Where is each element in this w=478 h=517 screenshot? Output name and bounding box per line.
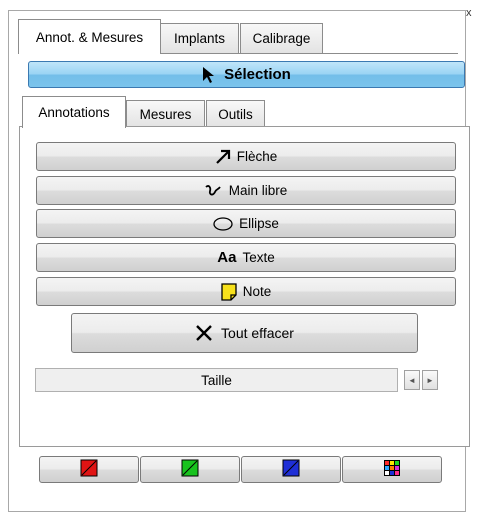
clear-label: Tout effacer — [221, 325, 294, 341]
size-increase-button[interactable]: ► — [422, 370, 438, 390]
tab-label: Mesures — [139, 106, 192, 122]
note-tool-button[interactable]: Note — [36, 277, 456, 306]
tab-label: Annotations — [38, 105, 110, 120]
color-red-button[interactable] — [39, 456, 139, 483]
tab-outils[interactable]: Outils — [206, 100, 265, 127]
tab-annotations[interactable]: Annotations — [22, 96, 126, 128]
arrow-icon — [215, 149, 231, 165]
tab-mesures[interactable]: Mesures — [126, 100, 205, 127]
size-slider[interactable]: Taille — [35, 368, 398, 392]
tool-label: Texte — [242, 250, 275, 265]
cursor-arrow-icon — [202, 66, 216, 84]
close-icon[interactable]: x — [466, 8, 476, 20]
green-swatch-icon — [181, 459, 199, 480]
tool-label: Note — [242, 284, 272, 299]
color-palette-button[interactable] — [342, 456, 442, 483]
arrow-tool-button[interactable]: Flèche — [36, 142, 456, 171]
clear-all-button[interactable]: Tout effacer — [71, 313, 418, 353]
text-tool-button[interactable]: Aa Texte — [36, 243, 456, 272]
ellipse-tool-button[interactable]: Ellipse — [36, 209, 456, 238]
tool-label: Ellipse — [239, 216, 279, 231]
freehand-icon — [205, 184, 223, 198]
tab-label: Implants — [173, 31, 226, 46]
right-chevron-icon: ► — [426, 375, 434, 385]
tab-label: Outils — [218, 106, 253, 122]
tab-annot-mesures[interactable]: Annot. & Mesures — [18, 19, 161, 54]
selection-label: Sélection — [224, 66, 291, 83]
ellipse-icon — [213, 216, 233, 231]
left-chevron-icon: ◄ — [408, 375, 416, 385]
tab-label: Calibrage — [252, 31, 311, 46]
size-label: Taille — [201, 372, 232, 388]
tab-calibrage[interactable]: Calibrage — [240, 23, 323, 53]
tool-label: Main libre — [228, 183, 288, 198]
size-decrease-button[interactable]: ◄ — [404, 370, 420, 390]
tab-implants[interactable]: Implants — [160, 23, 239, 53]
palette-grid-icon — [383, 459, 401, 480]
text-icon: Aa — [217, 249, 237, 266]
tool-label: Flèche — [236, 149, 278, 164]
selection-button[interactable]: Sélection — [28, 61, 465, 88]
cross-icon — [195, 324, 213, 342]
tab-label: Annot. & Mesures — [35, 29, 144, 45]
color-green-button[interactable] — [140, 456, 240, 483]
color-blue-button[interactable] — [241, 456, 341, 483]
red-swatch-icon — [80, 459, 98, 480]
note-icon — [221, 282, 237, 301]
blue-swatch-icon — [282, 459, 300, 480]
freehand-tool-button[interactable]: Main libre — [36, 176, 456, 205]
